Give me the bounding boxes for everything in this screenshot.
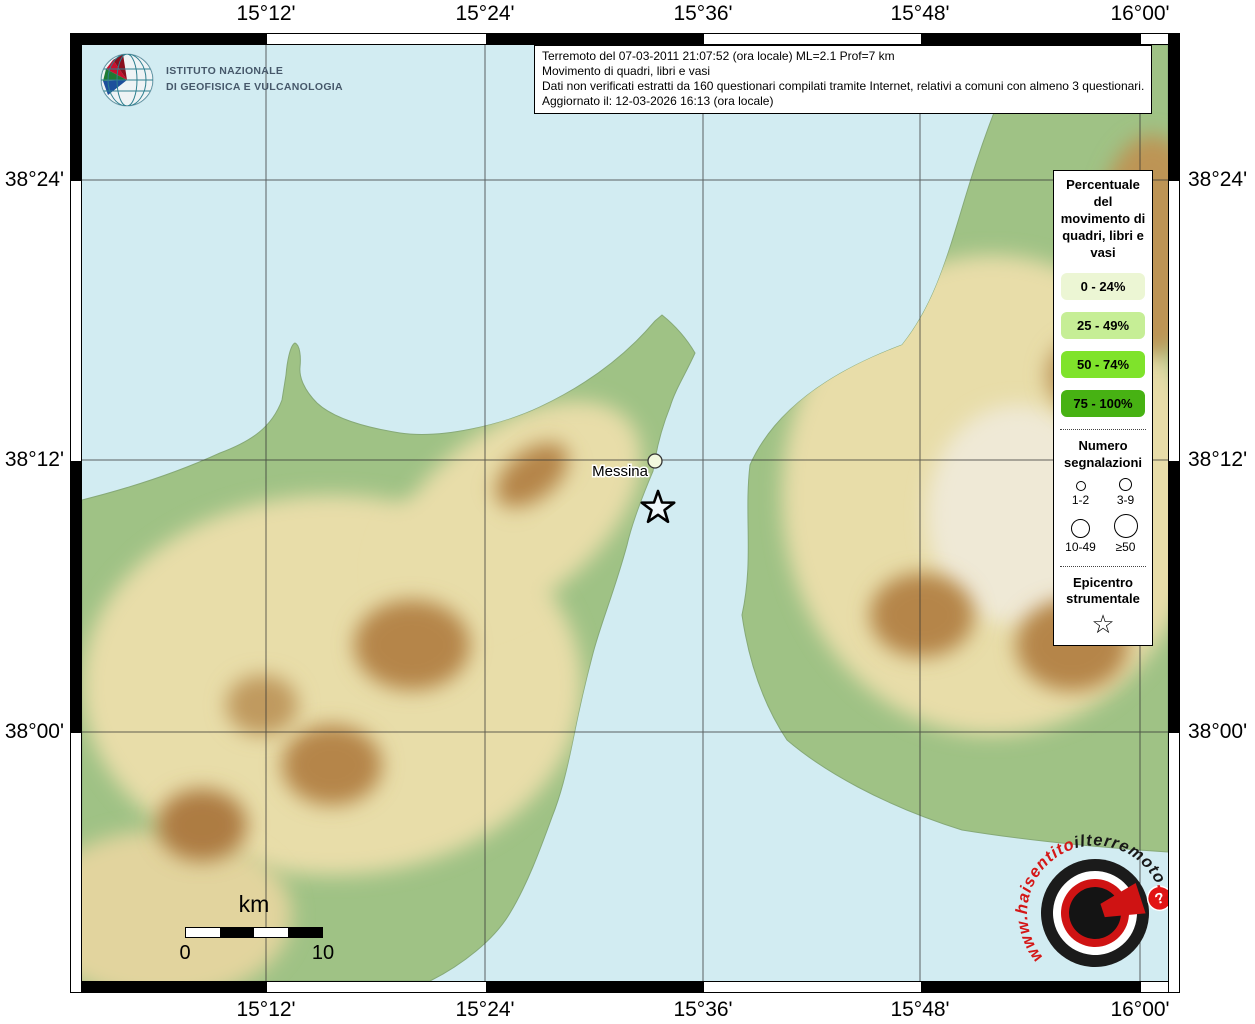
signal-size-item: 10-49 xyxy=(1058,519,1103,554)
axis-label: 38°00' xyxy=(1188,720,1247,744)
signal-size-item: 1-2 xyxy=(1058,481,1103,507)
scale-end: 10 xyxy=(312,942,334,965)
felt-map-page: 15°12' 15°24' 15°36' 15°48' 16°00' 15°12… xyxy=(0,0,1255,1024)
axis-label: 38°12' xyxy=(0,448,64,472)
legend-class-swatch: 25 - 49% xyxy=(1061,312,1145,339)
axis-label: 16°00' xyxy=(1110,2,1169,26)
map-frame-left xyxy=(70,33,82,993)
city-label-messina: Messina xyxy=(592,463,649,480)
axis-label: 15°36' xyxy=(673,998,732,1022)
map-frame-bottom xyxy=(70,981,1180,993)
axis-label: 15°36' xyxy=(673,2,732,26)
axis-label: 16°00' xyxy=(1110,998,1169,1022)
signal-circle-icon xyxy=(1076,481,1086,491)
signal-circle-icon xyxy=(1119,478,1132,491)
legend-class-swatch: 0 - 24% xyxy=(1061,273,1145,300)
epicenter-title: Epicentro strumentale xyxy=(1058,575,1148,608)
axis-label: 15°12' xyxy=(236,998,295,1022)
event-info-box: Terremoto del 07-03-2011 21:07:52 (ora l… xyxy=(534,45,1152,114)
signal-size-item: ≥50 xyxy=(1103,514,1148,554)
event-data-note: Dati non verificati estratti da 160 ques… xyxy=(542,79,1144,94)
event-summary: Terremoto del 07-03-2011 21:07:52 (ora l… xyxy=(542,49,1144,64)
scale-start: 0 xyxy=(179,942,190,965)
axis-label: 38°00' xyxy=(0,720,64,744)
axis-label: 15°48' xyxy=(890,2,949,26)
legend-panel: Percentuale del movimento di quadri, lib… xyxy=(1053,170,1153,646)
map-frame-right xyxy=(1168,33,1180,993)
felt-report-marker-messina xyxy=(648,454,662,468)
ingv-name: ISTITUTO NAZIONALE DI GEOFISICA E VULCAN… xyxy=(166,64,343,96)
epicenter-star-icon: ☆ xyxy=(1058,611,1148,637)
signal-size-item: 3-9 xyxy=(1103,478,1148,507)
signal-circle-icon xyxy=(1114,514,1138,538)
axis-label: 15°24' xyxy=(455,998,514,1022)
scale-unit: km xyxy=(185,891,323,917)
axis-label: 15°24' xyxy=(455,2,514,26)
terrain-map: Messina ? www.haisentitoilterremoto.it xyxy=(82,45,1168,981)
legend-title: Percentuale del movimento di quadri, lib… xyxy=(1058,177,1148,261)
legend-divider xyxy=(1060,429,1146,430)
axis-label: 38°24' xyxy=(1188,168,1247,192)
map-frame-top xyxy=(70,33,1180,45)
axis-label: 15°12' xyxy=(236,2,295,26)
axis-label: 38°24' xyxy=(0,168,64,192)
event-updated: Aggiornato il: 12-03-2026 16:13 (ora loc… xyxy=(542,94,1144,109)
signal-circle-icon xyxy=(1071,519,1090,538)
axis-label: 15°48' xyxy=(890,998,949,1022)
signals-title: Numero segnalazioni xyxy=(1058,438,1148,471)
scale-bar-strip xyxy=(185,927,323,938)
scale-bar: km 0 10 xyxy=(185,891,323,966)
legend-class-swatch: 50 - 74% xyxy=(1061,351,1145,378)
axis-label: 38°12' xyxy=(1188,448,1247,472)
event-effect: Movimento di quadri, libri e vasi xyxy=(542,64,1144,79)
ingv-globe-icon xyxy=(98,51,156,109)
legend-divider xyxy=(1060,566,1146,567)
ingv-logo: ISTITUTO NAZIONALE DI GEOFISICA E VULCAN… xyxy=(98,51,343,109)
legend-class-swatch: 75 - 100% xyxy=(1061,390,1145,417)
map-canvas: Messina ? www.haisentitoilterremoto.it xyxy=(82,45,1168,981)
